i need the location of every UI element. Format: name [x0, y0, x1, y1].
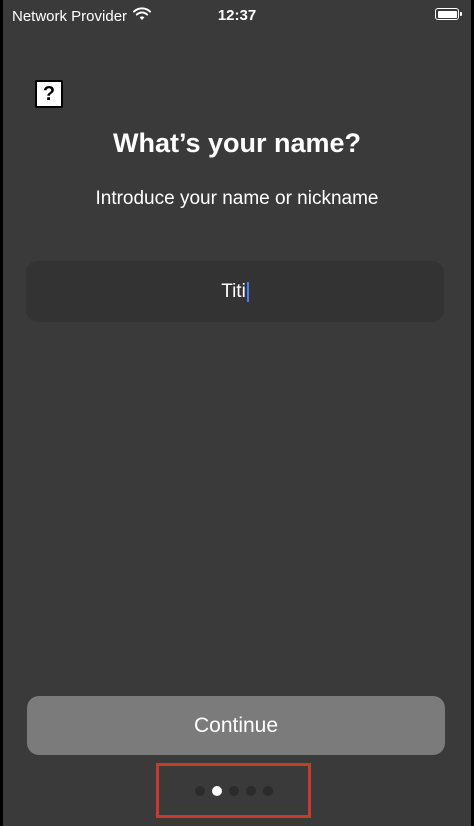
battery-icon [435, 8, 462, 20]
page-dot-2[interactable] [211, 785, 222, 796]
page-subtitle: Introduce your name or nickname [95, 188, 379, 209]
page-dot-5[interactable] [262, 785, 273, 796]
text-caret [246, 281, 249, 302]
page-dot-1[interactable] [194, 785, 205, 796]
name-input[interactable]: Titi [26, 261, 444, 322]
battery-fill [437, 10, 457, 18]
name-input-value: Titi [221, 280, 246, 302]
continue-button[interactable]: Continue [27, 696, 445, 755]
page-title: What’s your name? [112, 128, 362, 158]
status-bar: Network Provider 12:37 [3, 0, 471, 30]
help-icon[interactable]: ? [35, 80, 63, 108]
page-dot-4[interactable] [245, 785, 256, 796]
status-time: 12:37 [217, 7, 257, 24]
page-dot-3[interactable] [228, 785, 239, 796]
battery-tip [460, 12, 462, 16]
page-indicator[interactable] [156, 763, 311, 818]
onboarding-screen: Network Provider 12:37 ? What’s your nam… [3, 0, 471, 826]
